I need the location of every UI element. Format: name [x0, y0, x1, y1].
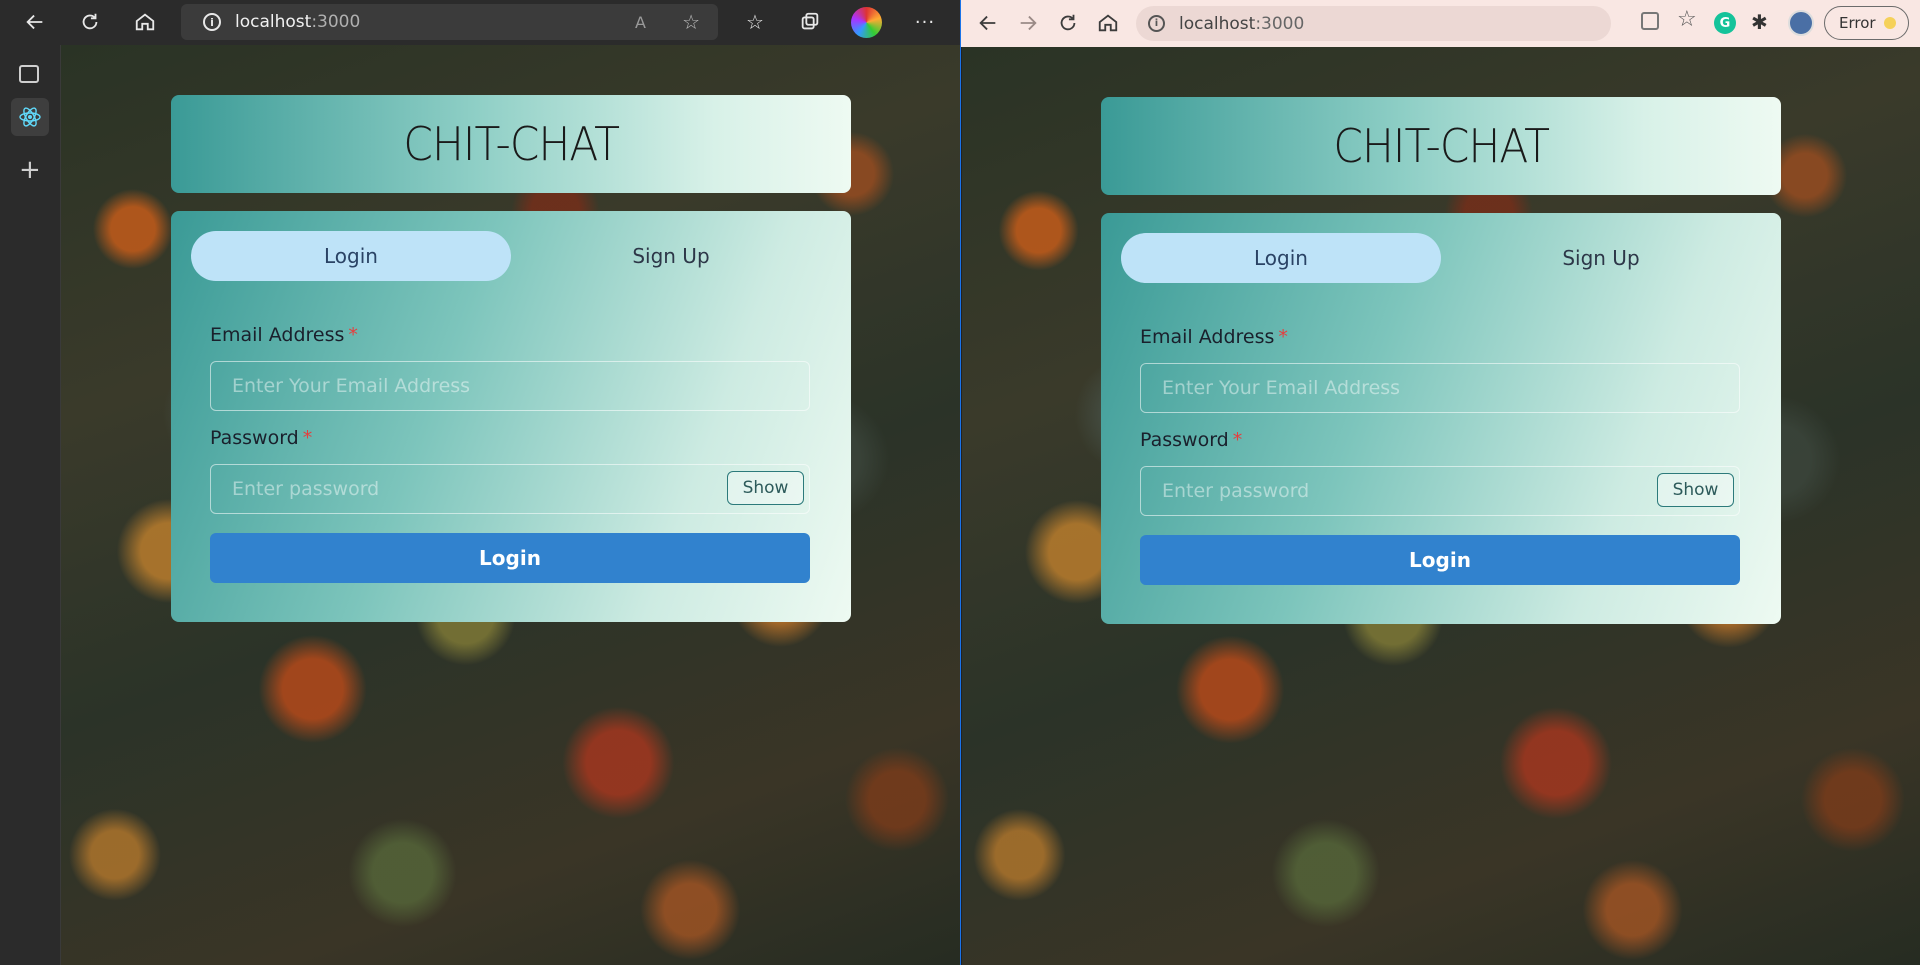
read-aloud-icon[interactable]: A	[635, 13, 646, 32]
window-divider	[960, 0, 961, 965]
edge-toolbar: i localhost:3000 A ☆ ☆ ···	[0, 0, 960, 45]
error-indicator[interactable]: Error	[1824, 6, 1909, 40]
refresh-icon[interactable]	[1049, 4, 1087, 42]
share-icon[interactable]	[1641, 12, 1659, 30]
auth-card: Login Sign Up Email Address* Password* S…	[171, 211, 851, 622]
edge-sidebar: +	[0, 45, 61, 965]
tab-signup[interactable]: Sign Up	[1441, 233, 1761, 283]
login-button[interactable]: Login	[210, 533, 810, 583]
tab-login[interactable]: Login	[191, 231, 511, 281]
auth-tabs: Login Sign Up	[1121, 233, 1761, 283]
auth-tabs: Login Sign Up	[191, 231, 831, 281]
brand-title: CHIT-CHAT	[1333, 119, 1550, 173]
login-button[interactable]: Login	[1140, 535, 1740, 585]
password-label: Password *	[1140, 429, 1243, 451]
password-label: Password *	[210, 427, 313, 449]
tab-actions-icon[interactable]	[19, 65, 39, 83]
email-field[interactable]	[210, 361, 810, 411]
profile-avatar[interactable]	[851, 7, 882, 38]
show-password-button[interactable]: Show	[727, 471, 804, 505]
collections-icon[interactable]	[791, 3, 829, 41]
react-tab-icon[interactable]	[11, 98, 49, 136]
show-password-button[interactable]: Show	[1657, 473, 1734, 507]
address-bar[interactable]: i localhost:3000	[1136, 6, 1611, 41]
bookmark-icon[interactable]: ☆	[1677, 7, 1697, 32]
extensions-icon[interactable]: ✱	[1751, 10, 1768, 34]
brand-header: CHIT-CHAT	[171, 95, 851, 193]
more-icon[interactable]: ···	[906, 3, 944, 41]
favorites-icon[interactable]: ☆	[736, 3, 774, 41]
email-field[interactable]	[1140, 363, 1740, 413]
profile-avatar[interactable]	[1788, 10, 1814, 36]
email-label: Email Address *	[210, 324, 358, 346]
brand-header: CHIT-CHAT	[1101, 97, 1781, 195]
back-icon[interactable]	[16, 3, 54, 41]
new-tab-icon[interactable]: +	[19, 155, 41, 185]
password-field[interactable]	[210, 464, 810, 514]
address-bar[interactable]: i localhost:3000 A ☆	[181, 4, 718, 40]
password-field[interactable]	[1140, 466, 1740, 516]
home-icon[interactable]	[1089, 4, 1127, 42]
url-text: localhost:3000	[1179, 13, 1305, 34]
refresh-icon[interactable]	[71, 3, 109, 41]
back-icon[interactable]	[969, 4, 1007, 42]
tab-login[interactable]: Login	[1121, 233, 1441, 283]
email-label: Email Address *	[1140, 326, 1288, 348]
tab-signup[interactable]: Sign Up	[511, 231, 831, 281]
auth-card: Login Sign Up Email Address* Password* S…	[1101, 213, 1781, 624]
grammarly-icon[interactable]: G	[1714, 12, 1736, 34]
info-icon[interactable]: i	[203, 13, 221, 31]
brand-title: CHIT-CHAT	[403, 117, 620, 171]
url-text: localhost:3000	[235, 12, 361, 32]
home-icon[interactable]	[126, 3, 164, 41]
forward-icon[interactable]	[1009, 4, 1047, 42]
info-icon[interactable]: i	[1148, 15, 1165, 32]
add-favorite-icon[interactable]: ☆	[682, 10, 700, 34]
